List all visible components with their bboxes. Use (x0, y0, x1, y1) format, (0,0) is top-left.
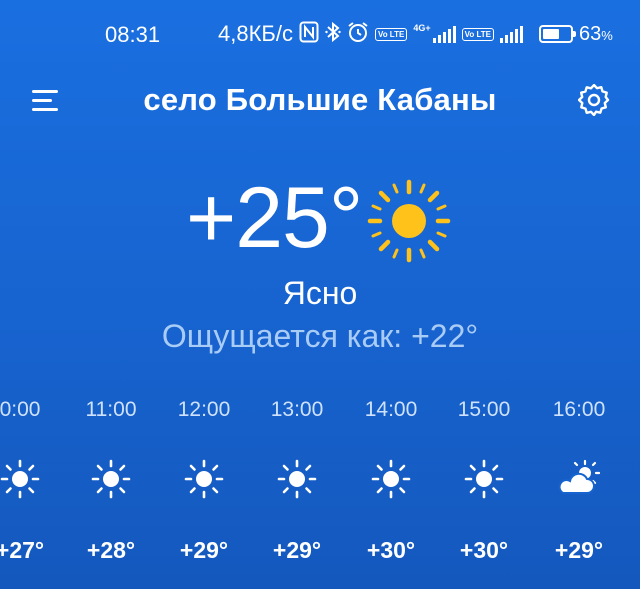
bluetooth-icon (325, 21, 341, 47)
status-bar: 08:31 4,8КБ/с Vo LTE 4G+ Vo LTE 63% (0, 0, 640, 70)
hour-temperature: +30° (459, 537, 509, 563)
hour-time: 15:00 (457, 398, 511, 421)
hour-temperature: +29° (179, 537, 229, 563)
hourly-item: 15:00 +30° (434, 395, 534, 564)
sun-icon (371, 459, 411, 499)
weather-condition: Ясно (282, 275, 358, 311)
partly-cloudy-icon (555, 459, 603, 499)
hourly-item: 14:00 +30° (341, 395, 441, 564)
page-title[interactable]: село Большие Кабаны (0, 82, 640, 118)
battery-icon (538, 25, 576, 43)
volte-badge-sim2: Vo LTE (461, 27, 494, 41)
hour-temperature: +28° (86, 537, 136, 563)
signal-icon-sim2 (499, 25, 523, 43)
alarm-icon (347, 21, 369, 47)
hour-temperature: +29° (272, 537, 322, 563)
signal-icon-sim1 (432, 25, 456, 43)
current-temperature: +25° (186, 170, 363, 266)
sun-icon (184, 459, 224, 499)
hour-time: 14:00 (364, 398, 418, 421)
feels-like: Ощущается как: +22° (161, 318, 479, 354)
hour-temperature: +29° (554, 537, 604, 563)
net-speed: 4,8КБ/с (218, 21, 293, 46)
sun-icon (91, 459, 131, 499)
hour-time: 13:00 (270, 398, 324, 421)
sun-icon (366, 178, 452, 264)
volte-badge-sim1: Vo LTE (374, 27, 408, 41)
network-type: 4G+ (413, 23, 431, 33)
battery-percent: 63% (578, 22, 613, 45)
hour-temperature: +27° (0, 537, 45, 563)
sun-icon (0, 459, 40, 499)
hour-time: 0:00 (0, 398, 41, 421)
hour-time: 11:00 (85, 398, 137, 421)
hourly-item: 0:00 +27° (0, 395, 70, 564)
hourly-item: 16:00 +29° (529, 395, 629, 564)
sun-icon (464, 459, 504, 499)
status-indicators: 4,8КБ/с Vo LTE 4G+ Vo LTE 63% (218, 21, 613, 47)
hourly-item: 11:00 +28° (61, 395, 161, 564)
hourly-forecast[interactable]: 0:00 +27° 11:00 +28° 12:00 +29° 13:00 +29° 14:00… (0, 395, 640, 589)
hourly-item: 12:00 +29° (154, 395, 254, 564)
sun-icon (277, 459, 317, 499)
hour-time: 16:00 (552, 398, 606, 421)
hour-time: 12:00 (177, 398, 231, 421)
nfc-icon (299, 21, 319, 47)
status-time: 08:31 (105, 22, 161, 47)
gear-icon[interactable] (577, 83, 610, 117)
hourly-item: 13:00 +29° (247, 395, 347, 564)
hour-temperature: +30° (366, 537, 416, 563)
